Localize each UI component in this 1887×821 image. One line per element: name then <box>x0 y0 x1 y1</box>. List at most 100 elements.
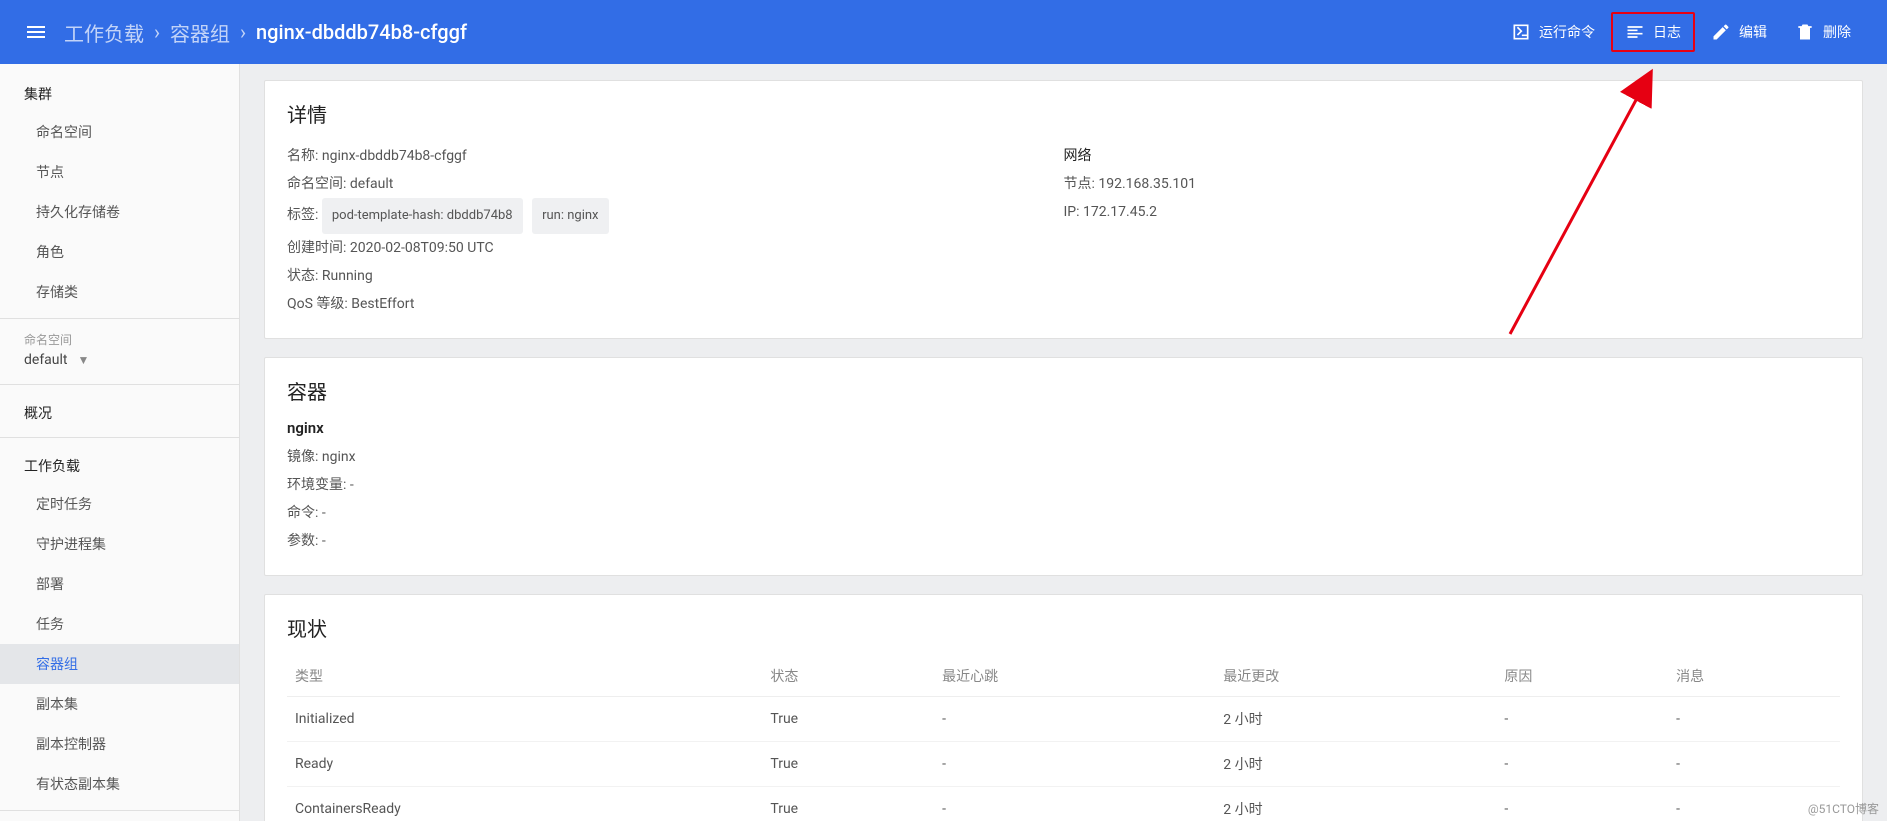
sidebar-item-replicationcontrollers[interactable]: 副本控制器 <box>0 724 239 764</box>
conditions-card: 现状 类型 状态 最近心跳 最近更改 原因 消息 InitializedTrue… <box>264 594 1863 821</box>
logs-icon <box>1625 22 1645 42</box>
ns-label: 命名空间: <box>287 176 346 192</box>
created-value: 2020-02-08T09:50 UTC <box>350 240 494 256</box>
ip-label: IP: <box>1064 204 1080 220</box>
sidebar-divider <box>0 437 239 438</box>
table-row: InitializedTrue-2 小时-- <box>287 697 1840 742</box>
th-message: 消息 <box>1668 656 1840 697</box>
breadcrumb-sep: › <box>240 20 246 44</box>
label-chip: pod-template-hash: dbddb74b8 <box>322 198 523 234</box>
th-transition: 最近更改 <box>1215 656 1496 697</box>
table-cell: - <box>934 697 1215 742</box>
ns-value: default <box>350 176 394 192</box>
edit-button[interactable]: 编辑 <box>1699 14 1779 50</box>
terminal-icon <box>1511 22 1531 42</box>
sidebar-divider <box>0 810 239 811</box>
table-cell: - <box>934 742 1215 787</box>
table-cell: True <box>762 742 934 787</box>
table-cell: ContainersReady <box>287 787 762 821</box>
table-cell: - <box>1496 742 1668 787</box>
sidebar-divider <box>0 318 239 319</box>
sidebar-group-cluster[interactable]: 集群 <box>0 72 239 112</box>
delete-button[interactable]: 删除 <box>1783 14 1863 50</box>
sidebar-item-roles[interactable]: 角色 <box>0 232 239 272</box>
containers-title: 容器 <box>287 376 1840 405</box>
sidebar-item-statefulsets[interactable]: 有状态副本集 <box>0 764 239 804</box>
namespace-select[interactable]: default ▼ <box>0 348 239 378</box>
env-value: - <box>350 477 354 493</box>
sidebar-item-pods[interactable]: 容器组 <box>0 644 239 684</box>
sidebar-item-storageclass[interactable]: 存储类 <box>0 272 239 312</box>
delete-icon <box>1795 22 1815 42</box>
table-cell: - <box>934 787 1215 821</box>
table-cell: - <box>1496 787 1668 821</box>
th-heartbeat: 最近心跳 <box>934 656 1215 697</box>
breadcrumb-sep: › <box>154 20 160 44</box>
logs-label: 日志 <box>1653 22 1681 42</box>
namespace-label: 命名空间 <box>0 325 239 348</box>
sidebar-group-discovery[interactable]: 服务发现与负载均衡 <box>0 817 239 821</box>
table-row: ReadyTrue-2 小时-- <box>287 742 1840 787</box>
table-cell: 2 小时 <box>1215 787 1496 821</box>
image-label: 镜像: <box>287 449 318 465</box>
table-cell: 2 小时 <box>1215 742 1496 787</box>
status-value: Running <box>322 268 373 284</box>
th-status: 状态 <box>762 656 934 697</box>
logs-button[interactable]: 日志 <box>1611 12 1695 52</box>
sidebar-item-jobs[interactable]: 任务 <box>0 604 239 644</box>
breadcrumb-workloads[interactable]: 工作负载 <box>64 18 144 47</box>
name-value: nginx-dbddb74b8-cfggf <box>322 148 467 164</box>
sidebar-item-overview[interactable]: 概况 <box>0 391 239 431</box>
namespace-value: default <box>24 352 68 368</box>
watermark: @51CTO博客 <box>1808 800 1879 817</box>
ip-value: 172.17.45.2 <box>1083 204 1157 220</box>
network-title: 网络 <box>1064 142 1841 170</box>
conditions-table: 类型 状态 最近心跳 最近更改 原因 消息 InitializedTrue-2 … <box>287 656 1840 821</box>
breadcrumb: 工作负载 › 容器组 › nginx-dbddb74b8-cfggf <box>64 18 467 47</box>
cmd-label: 命令: <box>287 505 318 521</box>
env-label: 环境变量: <box>287 477 346 493</box>
args-label: 参数: <box>287 533 318 549</box>
container-name: nginx <box>287 419 1840 437</box>
menu-icon[interactable] <box>24 20 48 44</box>
topbar: 工作负载 › 容器组 › nginx-dbddb74b8-cfggf 运行命令 … <box>0 0 1887 64</box>
details-card: 详情 名称: nginx-dbddb74b8-cfggf 命名空间: defau… <box>264 80 1863 339</box>
label-chip: run: nginx <box>532 198 608 234</box>
details-title: 详情 <box>287 99 1840 128</box>
cmd-value: - <box>322 505 326 521</box>
run-command-label: 运行命令 <box>1539 22 1595 42</box>
breadcrumb-current: nginx-dbddb74b8-cfggf <box>256 20 467 44</box>
sidebar-item-deployments[interactable]: 部署 <box>0 564 239 604</box>
containers-card: 容器 nginx 镜像: nginx 环境变量: - 命令: - 参数: - <box>264 357 1863 576</box>
delete-label: 删除 <box>1823 22 1851 42</box>
table-cell: - <box>1668 697 1840 742</box>
table-row: ContainersReadyTrue-2 小时-- <box>287 787 1840 821</box>
args-value: - <box>322 533 326 549</box>
run-command-button[interactable]: 运行命令 <box>1499 14 1607 50</box>
qos-label: QoS 等级: <box>287 296 348 312</box>
sidebar: 集群 命名空间 节点 持久化存储卷 角色 存储类 命名空间 default ▼ … <box>0 64 240 821</box>
node-link[interactable]: 192.168.35.101 <box>1098 176 1196 192</box>
edit-icon <box>1711 22 1731 42</box>
breadcrumb-pods[interactable]: 容器组 <box>170 18 230 47</box>
chevron-down-icon: ▼ <box>78 353 90 367</box>
sidebar-divider <box>0 384 239 385</box>
sidebar-item-cronjobs[interactable]: 定时任务 <box>0 484 239 524</box>
th-type: 类型 <box>287 656 762 697</box>
labels-label: 标签: <box>287 207 318 223</box>
th-reason: 原因 <box>1496 656 1668 697</box>
sidebar-group-workloads[interactable]: 工作负载 <box>0 444 239 484</box>
sidebar-item-daemonsets[interactable]: 守护进程集 <box>0 524 239 564</box>
qos-value: BestEffort <box>351 296 414 312</box>
sidebar-item-pv[interactable]: 持久化存储卷 <box>0 192 239 232</box>
sidebar-item-replicasets[interactable]: 副本集 <box>0 684 239 724</box>
table-cell: Initialized <box>287 697 762 742</box>
table-cell: 2 小时 <box>1215 697 1496 742</box>
sidebar-item-namespaces[interactable]: 命名空间 <box>0 112 239 152</box>
main-content: 详情 名称: nginx-dbddb74b8-cfggf 命名空间: defau… <box>240 64 1887 821</box>
conditions-title: 现状 <box>287 613 1840 642</box>
created-label: 创建时间: <box>287 240 346 256</box>
topbar-actions: 运行命令 日志 编辑 删除 <box>1499 12 1863 52</box>
table-cell: - <box>1668 742 1840 787</box>
sidebar-item-nodes[interactable]: 节点 <box>0 152 239 192</box>
